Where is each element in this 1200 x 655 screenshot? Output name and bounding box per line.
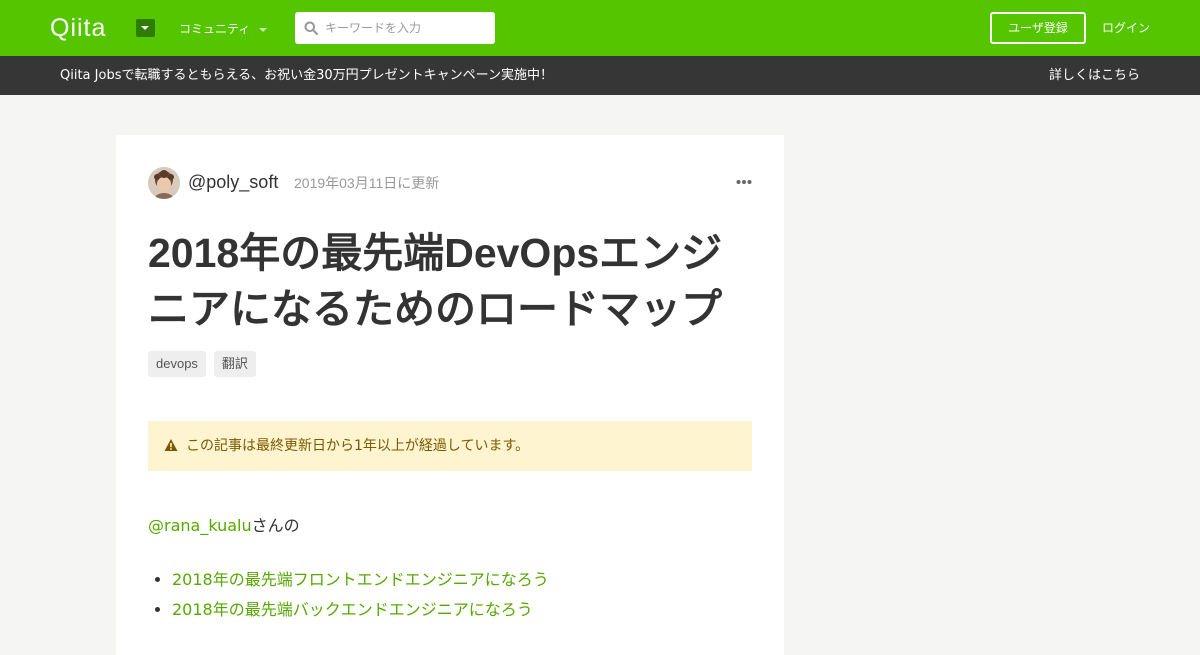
community-menu[interactable]: コミュニティ [179,20,250,38]
tag-translation[interactable]: 翻訳 [213,351,256,377]
global-header: Qiita コミュニティ ユーザ登録 ログイン [0,0,1200,56]
updated-date: 2019年03月11日に更新 [294,175,440,191]
outdated-alert: この記事は最終更新日から1年以上が経過しています。 [148,421,752,471]
banner-text[interactable]: Qiita Jobsで転職するともらえる、お祝い金30万円プレゼントキャンペーン… [60,67,553,84]
frontend-roadmap-link[interactable]: 2018年の最先端フロントエンドエンジニアになろう [172,570,549,589]
alert-text: この記事は最終更新日から1年以上が経過しています。 [186,438,530,454]
author-avatar[interactable] [148,167,180,199]
search-box [295,12,495,44]
article-title: 2018年の最先端DevOpsエンジニアになるためのロードマップ [148,230,723,332]
avatar-image [148,167,180,199]
qiita-logo[interactable]: Qiita [50,13,106,43]
reference-list: 2018年の最先端フロントエンドエンジニアになろう 2018年の最先端バックエン… [172,570,549,630]
intro-paragraph: @rana_kualuさんの [148,516,300,536]
list-item: 2018年の最先端バックエンドエンジニアになろう [172,600,549,620]
signup-button[interactable]: ユーザ登録 [990,12,1086,44]
tag-devops[interactable]: devops [148,351,206,377]
community-caret-icon[interactable] [259,28,267,32]
backend-roadmap-link[interactable]: 2018年の最先端バックエンドエンジニアになろう [172,600,533,619]
list-item: 2018年の最先端フロントエンドエンジニアになろう [172,570,549,590]
author-username[interactable]: @poly_soft [188,171,278,193]
mention-link[interactable]: @rana_kualu [148,516,252,535]
search-input[interactable] [325,12,491,44]
article-card: @poly_soft 2019年03月11日に更新 2018年の最先端DevOp… [116,135,784,655]
more-options-icon[interactable] [736,174,752,190]
logo-menu-caret-icon[interactable] [136,19,155,37]
tag-list: devops 翻訳 [148,351,256,377]
search-icon [304,21,318,35]
banner-details-link[interactable]: 詳しくはこちら [1049,67,1140,84]
warning-icon [164,439,178,451]
intro-suffix: さんの [251,516,300,535]
login-link[interactable]: ログイン [1102,20,1150,36]
campaign-banner: Qiita Jobsで転職するともらえる、お祝い金30万円プレゼントキャンペーン… [0,56,1200,95]
